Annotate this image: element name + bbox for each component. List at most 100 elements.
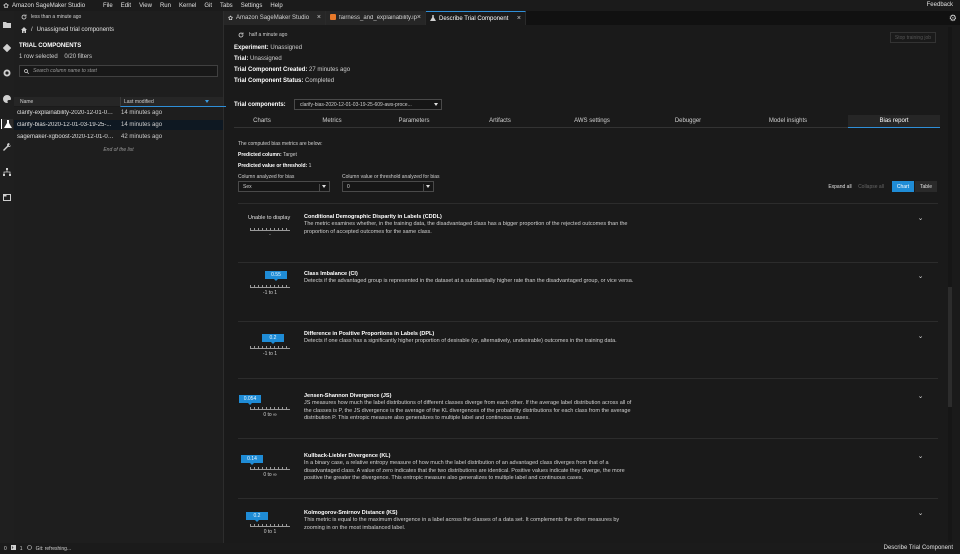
gear-icon[interactable]: ⚙ bbox=[949, 13, 957, 24]
metric-value-badge: 0.054 bbox=[239, 395, 261, 405]
chevron-down-icon[interactable]: ⌄ bbox=[917, 509, 924, 517]
tab-notebook[interactable]: fairness_and_explainability.ip × bbox=[326, 11, 426, 25]
tab-charts[interactable]: Charts bbox=[234, 118, 290, 124]
close-icon[interactable]: × bbox=[517, 15, 521, 22]
table-row[interactable]: clarify-explainability-2020-12-01-03-...… bbox=[14, 108, 223, 118]
sidebar-refresh[interactable]: less than a minute ago bbox=[21, 14, 81, 20]
palette-icon[interactable] bbox=[3, 95, 11, 103]
table-header: Name Last modified bbox=[14, 97, 232, 107]
chevron-down-icon[interactable]: ⌄ bbox=[917, 332, 924, 340]
search-input[interactable] bbox=[33, 68, 213, 74]
running-kernels-icon[interactable] bbox=[3, 69, 11, 77]
git-icon[interactable] bbox=[3, 44, 11, 52]
collapse-all-button[interactable]: Collapse all bbox=[856, 181, 886, 192]
menu-kernel[interactable]: Kernel bbox=[179, 3, 196, 9]
metric-description: This metric is equal to the maximum dive… bbox=[304, 517, 620, 531]
terminal-icon[interactable] bbox=[10, 545, 16, 552]
trial-label: Trial: bbox=[234, 56, 249, 62]
tab-bias-report[interactable]: Bias report bbox=[848, 115, 940, 128]
activity-rail bbox=[0, 11, 14, 543]
tab-model-insights[interactable]: Model insights bbox=[760, 118, 816, 124]
breadcrumb-current[interactable]: Unassigned trial components bbox=[37, 27, 114, 33]
describe-trial-component: half a minute ago Stop training job Expe… bbox=[226, 27, 948, 542]
folder-icon[interactable] bbox=[3, 20, 11, 28]
row-modified: 14 minutes ago bbox=[121, 122, 163, 128]
tabs-icon[interactable] bbox=[3, 193, 11, 201]
trial-value: Unassigned bbox=[250, 56, 282, 62]
metric-scale bbox=[250, 226, 290, 231]
metric-range: -1 to 1 bbox=[262, 351, 278, 357]
created-line: Trial Component Created: 27 minutes ago bbox=[234, 67, 350, 73]
tab-debugger[interactable]: Debugger bbox=[660, 118, 716, 124]
close-icon[interactable]: × bbox=[417, 14, 421, 21]
menu-edit[interactable]: Edit bbox=[121, 3, 131, 9]
select-separator bbox=[423, 184, 424, 191]
chevron-down-icon bbox=[434, 103, 438, 106]
chevron-down-icon[interactable]: ⌄ bbox=[917, 272, 924, 280]
main-refresh[interactable]: half a minute ago bbox=[238, 32, 287, 38]
refresh-icon[interactable] bbox=[238, 32, 244, 38]
scrollbar-thumb[interactable] bbox=[948, 287, 952, 407]
trial-component-select[interactable]: clarify-bias-2020-12-01-03-19-25-609-aws… bbox=[294, 99, 442, 110]
metric-scale bbox=[250, 283, 290, 288]
chevron-down-icon bbox=[322, 185, 326, 188]
row-name: clarify-bias-2020-12-01-03-19-25-... bbox=[17, 122, 112, 128]
tab-parameters[interactable]: Parameters bbox=[386, 118, 442, 124]
column-analyzed-select[interactable]: Sex bbox=[238, 181, 330, 192]
metric-value-badge: 0.14 bbox=[241, 455, 263, 465]
menu-settings[interactable]: Settings bbox=[241, 3, 263, 9]
column-header-last-modified[interactable]: Last modified bbox=[120, 97, 232, 107]
column-header-name[interactable]: Name bbox=[20, 99, 33, 105]
refresh-icon[interactable] bbox=[21, 14, 27, 20]
git-status[interactable]: Git: refreshing... bbox=[36, 546, 72, 552]
predicted-column-label: Predicted column: bbox=[238, 152, 282, 158]
tab-bar: ✿ Amazon SageMaker Studio × fairness_and… bbox=[224, 11, 960, 25]
experiments-flask-icon[interactable] bbox=[1, 119, 13, 129]
chevron-down-icon[interactable]: ⌄ bbox=[917, 392, 924, 400]
row-modified: 14 minutes ago bbox=[121, 110, 163, 116]
metric-scale bbox=[250, 405, 290, 410]
network-icon[interactable] bbox=[3, 168, 11, 176]
home-icon[interactable] bbox=[21, 27, 27, 33]
metric-value-badge: 0.55 bbox=[265, 271, 287, 281]
tab-metrics[interactable]: Metrics bbox=[304, 118, 360, 124]
view-chart-toggle[interactable]: Chart bbox=[892, 181, 914, 192]
menu-view[interactable]: View bbox=[139, 3, 152, 9]
tab-describe-trial-component[interactable]: Describe Trial Component × bbox=[426, 11, 526, 25]
chevron-down-icon[interactable]: ⌄ bbox=[917, 214, 924, 222]
feedback-link[interactable]: Feedback bbox=[927, 2, 953, 8]
main-scrollbar[interactable] bbox=[948, 27, 952, 542]
expand-all-button[interactable]: Expand all bbox=[826, 181, 854, 192]
metric-description: Detects if one class has a significantly… bbox=[304, 338, 617, 344]
menu-file[interactable]: File bbox=[103, 3, 113, 9]
kernel-status-icon[interactable] bbox=[26, 545, 32, 552]
menu-git[interactable]: Git bbox=[204, 3, 212, 9]
view-table-toggle[interactable]: Table bbox=[915, 181, 937, 192]
menu-run[interactable]: Run bbox=[160, 3, 171, 9]
metric-description: The metric examines whether, in the trai… bbox=[304, 221, 628, 235]
menu-help[interactable]: Help bbox=[270, 3, 282, 9]
tab-sagemaker-studio[interactable]: ✿ Amazon SageMaker Studio × bbox=[224, 11, 326, 25]
predicted-column-line: Predicted column: Target bbox=[238, 152, 297, 158]
bias-intro: The computed bias metrics are below: bbox=[238, 141, 323, 147]
table-row[interactable]: clarify-bias-2020-12-01-03-19-25-... 14 … bbox=[14, 120, 223, 130]
threshold-select[interactable]: 0 bbox=[342, 181, 434, 192]
wrench-icon[interactable] bbox=[3, 143, 11, 151]
threshold-value: 0 bbox=[347, 184, 350, 190]
metric-range: 0 to ∞ bbox=[263, 472, 277, 478]
metric-title: Class Imbalance (CI) bbox=[304, 271, 358, 277]
metric-value-badge: 0.2 bbox=[246, 512, 268, 522]
menu-tabs[interactable]: Tabs bbox=[220, 3, 233, 9]
table-row[interactable]: sagemaker-xgboost-2020-12-01-03-... 42 m… bbox=[14, 132, 223, 142]
subtab-bar: Charts Metrics Parameters Artifacts AWS … bbox=[234, 115, 940, 128]
close-icon[interactable]: × bbox=[317, 14, 321, 21]
metric-card-ci: 0.55 -1 to 1 Class Imbalance (CI) Detect… bbox=[238, 262, 938, 321]
metric-title: Jensen-Shannon Divergence (JS) bbox=[304, 393, 392, 399]
experiment-line: Experiment: Unassigned bbox=[234, 45, 302, 51]
chevron-down-icon[interactable]: ⌄ bbox=[917, 452, 924, 460]
created-value: 27 minutes ago bbox=[309, 67, 351, 73]
tab-artifacts[interactable]: Artifacts bbox=[472, 118, 528, 124]
column-search[interactable] bbox=[19, 65, 218, 77]
tab-aws-settings[interactable]: AWS settings bbox=[564, 118, 620, 124]
sort-desc-icon[interactable] bbox=[205, 100, 209, 103]
